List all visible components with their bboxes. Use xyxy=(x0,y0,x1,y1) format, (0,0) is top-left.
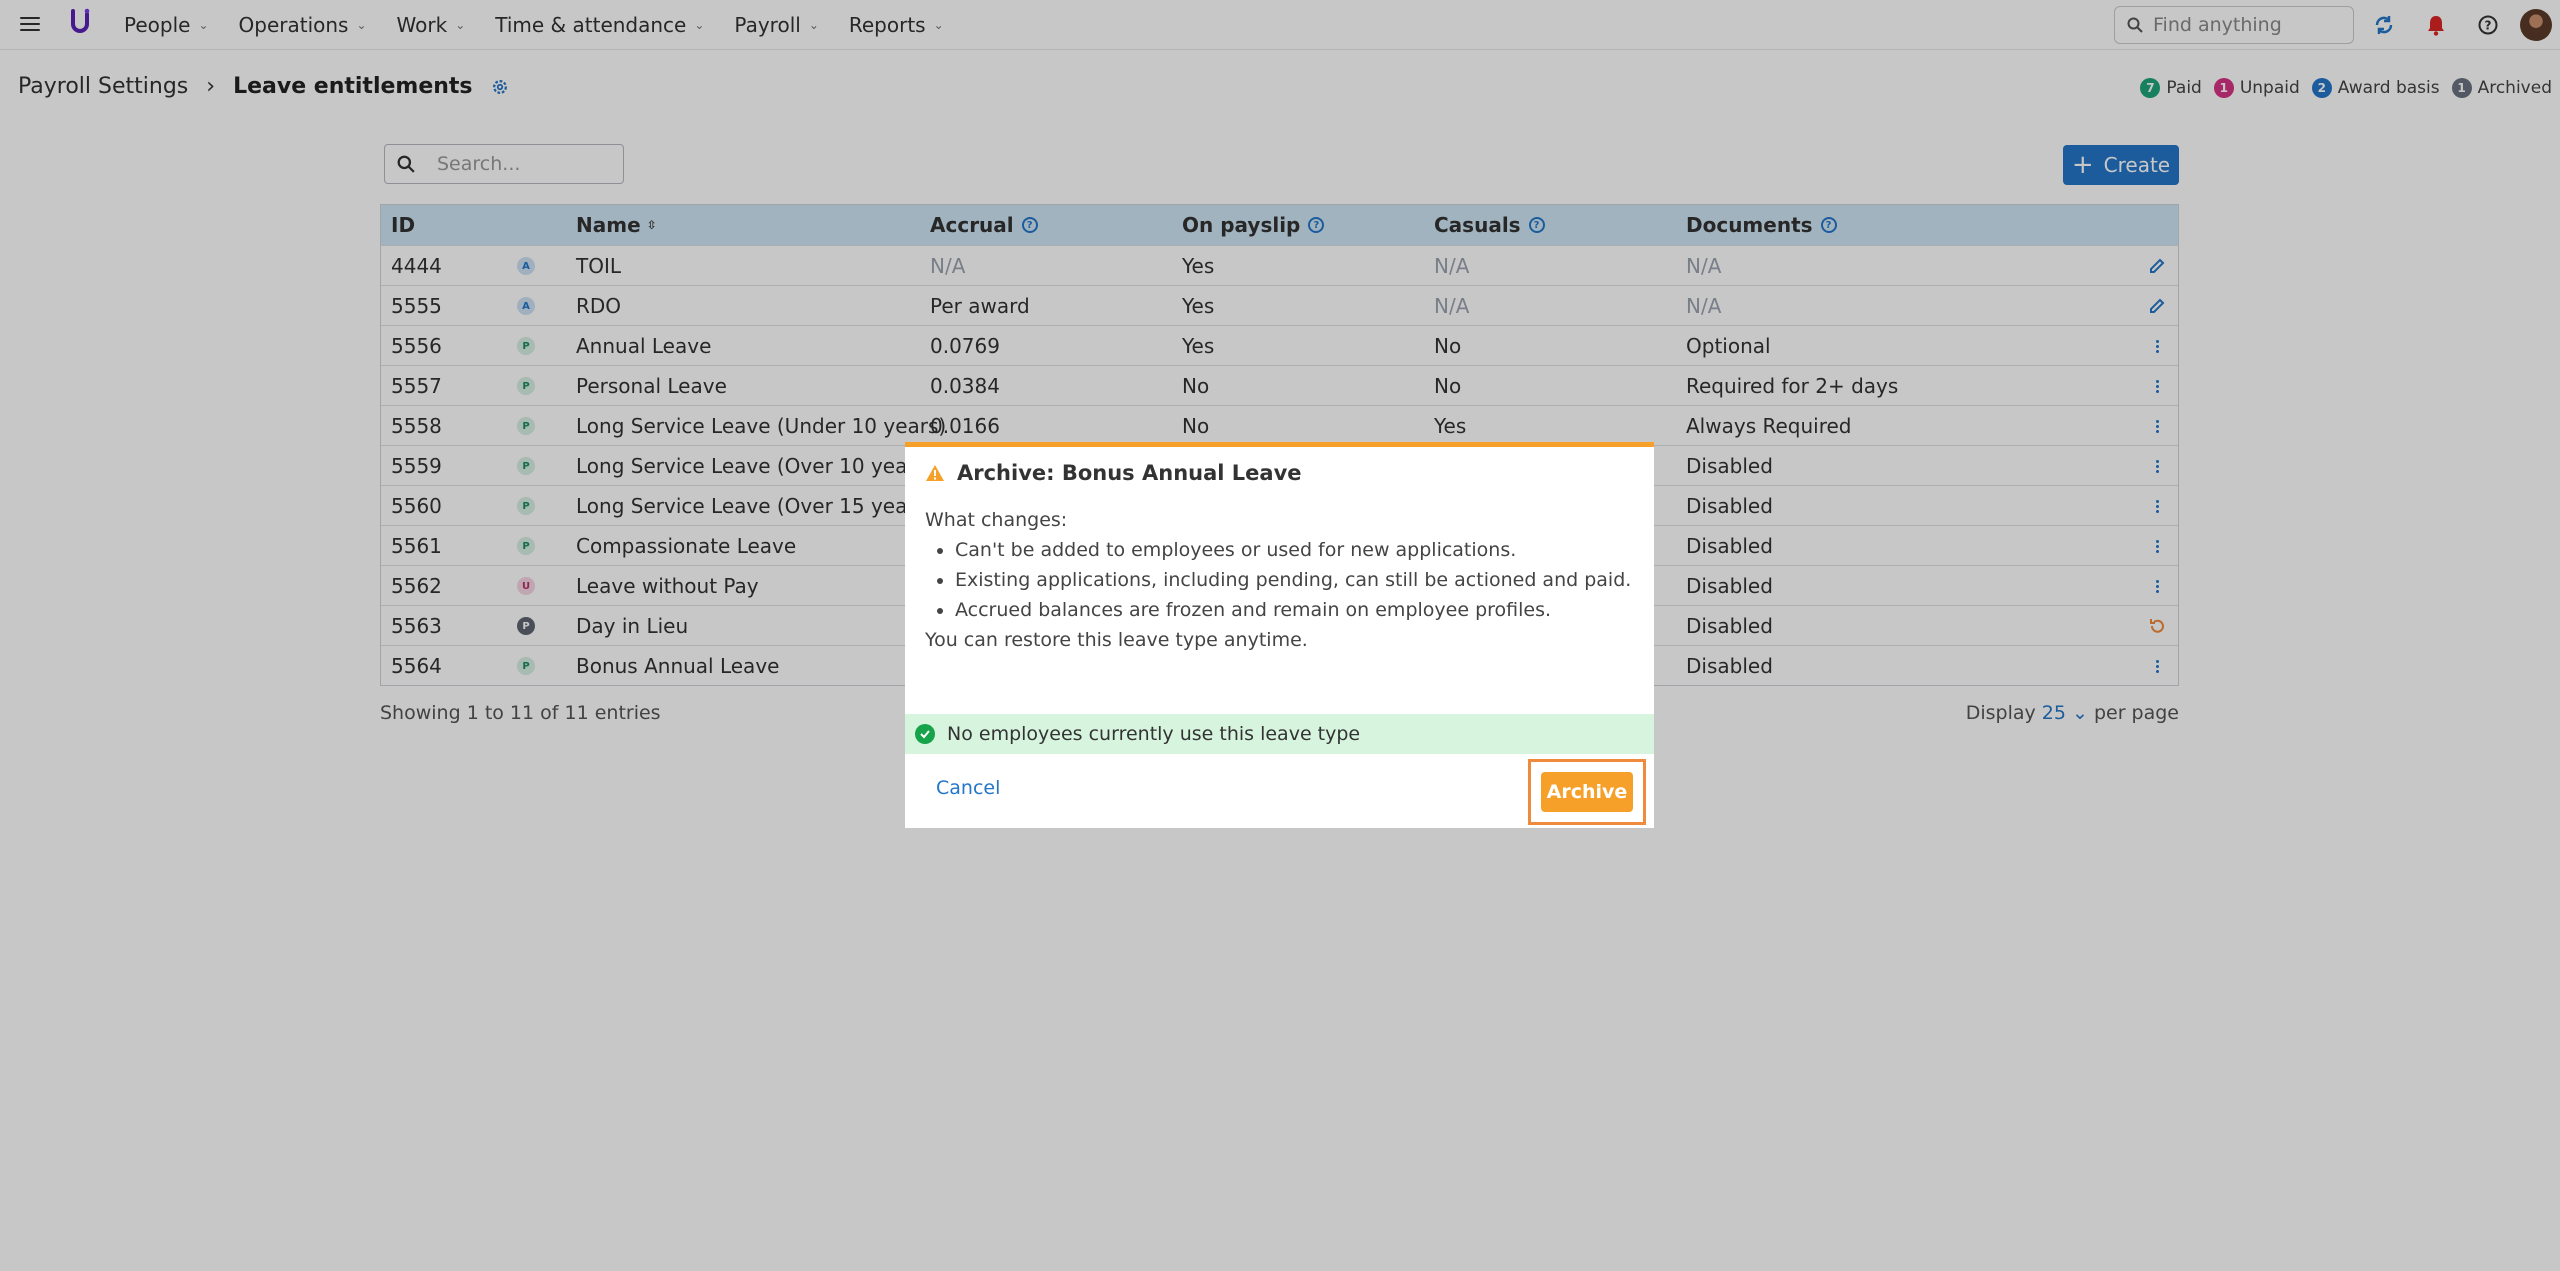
dialog-title: Archive: Bonus Annual Leave xyxy=(925,461,1302,485)
cancel-button[interactable]: Cancel xyxy=(936,777,1000,799)
usage-status-banner: No employees currently use this leave ty… xyxy=(905,714,1654,754)
restore-note: You can restore this leave type anytime. xyxy=(925,629,1308,651)
list-item: Can't be added to employees or used for … xyxy=(955,535,1635,565)
archive-button[interactable]: Archive xyxy=(1541,772,1633,812)
list-item: Accrued balances are frozen and remain o… xyxy=(955,595,1635,625)
check-circle-icon xyxy=(915,724,935,744)
usage-status-text: No employees currently use this leave ty… xyxy=(947,723,1361,745)
warning-icon xyxy=(926,465,944,481)
dialog-title-text: Archive: Bonus Annual Leave xyxy=(957,461,1302,485)
dialog-body: What changes: Can't be added to employee… xyxy=(925,505,1635,655)
list-item: Existing applications, including pending… xyxy=(955,565,1635,595)
changes-list: Can't be added to employees or used for … xyxy=(955,535,1635,625)
archive-dialog: Archive: Bonus Annual Leave What changes… xyxy=(905,442,1654,828)
changes-intro: What changes: xyxy=(925,509,1068,531)
